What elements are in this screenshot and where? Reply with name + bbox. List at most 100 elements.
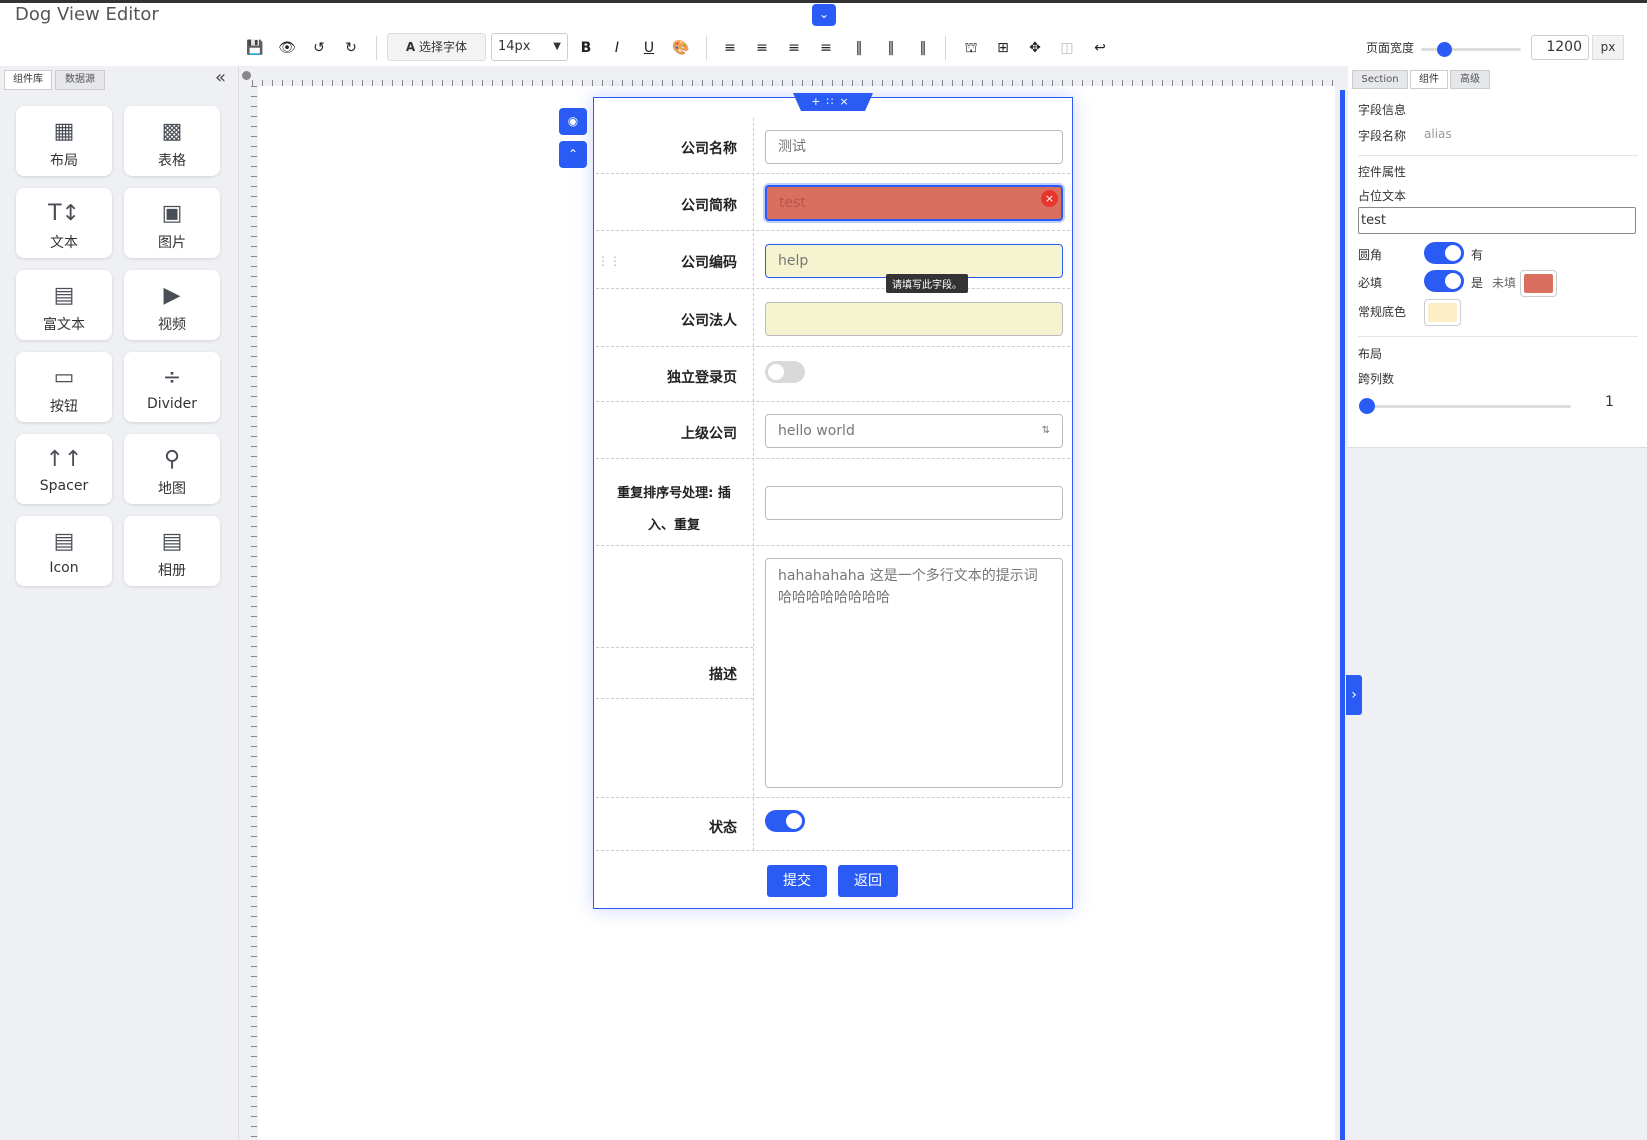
return-icon[interactable]: ↩ [1089, 37, 1111, 59]
normal-bg-color-picker[interactable] [1424, 299, 1461, 326]
colspan-slider[interactable] [1365, 405, 1571, 408]
chevron-down-icon: ⌄ [818, 7, 830, 21]
move-up-button[interactable]: ⌃ [559, 141, 587, 168]
cell-divider [596, 647, 753, 648]
move-icon[interactable]: ✥ [1024, 37, 1046, 59]
font-size-select[interactable]: 14px ▼ [491, 33, 568, 61]
component-album[interactable]: ▤ 相册 [124, 516, 220, 586]
section-tools[interactable]: +∷× [793, 93, 873, 111]
section-divider [1358, 155, 1638, 156]
palette-icon[interactable]: 🎨 [670, 37, 692, 59]
collapse-header-button[interactable]: ⌄ [812, 4, 836, 26]
spacer-icon: ↑↑ [45, 447, 83, 472]
preview-eye-icon[interactable]: 👁 [276, 37, 298, 59]
dup-sort-input[interactable] [765, 486, 1063, 520]
placeholder-input[interactable]: test [1358, 207, 1636, 234]
dup-sort-label-line1: 重复排序号处理: 插 [617, 486, 731, 501]
page-width-input[interactable]: 1200 [1531, 35, 1589, 60]
component-label: Spacer [39, 478, 89, 494]
status-toggle[interactable] [765, 810, 805, 832]
toolbar-divider [376, 36, 377, 60]
component-spacer[interactable]: ↑↑ Spacer [16, 434, 112, 504]
tab-section[interactable]: Section [1352, 70, 1408, 89]
tab-advanced[interactable]: 高级 [1450, 70, 1490, 89]
component-label: Icon [49, 560, 79, 576]
rounded-toggle[interactable] [1424, 242, 1464, 264]
component-label: 相册 [158, 563, 186, 579]
parent-company-select[interactable]: hello world ⇅ [765, 414, 1063, 448]
description-label: 描述 [709, 667, 737, 683]
component-video[interactable]: ▶ 视频 [124, 270, 220, 340]
clear-error-icon[interactable]: × [1041, 190, 1058, 207]
component-map-pin[interactable]: ⚲ 地图 [124, 434, 220, 504]
company-code-label: 公司编码 [681, 255, 737, 271]
company-code-input[interactable]: help [765, 244, 1063, 278]
align-middle-icon[interactable]: ‖ [880, 37, 902, 59]
undo-icon[interactable]: ↺ [308, 37, 330, 59]
split-cell-icon[interactable]: ◫ [1056, 37, 1078, 59]
page-width-slider-thumb[interactable] [1437, 42, 1452, 57]
tab-data-source[interactable]: 数据源 [55, 70, 105, 90]
component-label: 表格 [158, 153, 186, 169]
rich-text-icon: ▤ [53, 283, 75, 308]
layout-grid-icon: ▦ [53, 119, 75, 144]
component-layout-grid[interactable]: ▦ 布局 [16, 106, 112, 176]
align-left-icon[interactable]: ≡ [719, 37, 741, 59]
colspan-label: 跨列数 [1358, 372, 1395, 386]
required-empty-color-picker[interactable] [1520, 270, 1557, 297]
expand-right-panel-button[interactable]: › [1346, 675, 1362, 715]
bold-icon[interactable]: B [575, 37, 597, 59]
vertical-ruler [245, 86, 257, 1140]
italic-icon[interactable]: I [606, 37, 628, 59]
video-icon: ▶ [163, 283, 181, 308]
component-map[interactable]: ▤ Icon [16, 516, 112, 586]
toolbar-divider [945, 36, 946, 60]
color-swatch [1428, 303, 1457, 322]
component-button[interactable]: ▭ 按钮 [16, 352, 112, 422]
dup-sort-label: 重复排序号处理: 插入、重复 [604, 478, 744, 542]
collapse-left-panel-icon[interactable]: « [215, 67, 226, 88]
save-icon[interactable]: 💾 [244, 37, 266, 59]
tab-component[interactable]: 组件 [1410, 70, 1448, 89]
company-name-input[interactable]: 测试 [765, 130, 1063, 164]
choose-font-button[interactable]: A 选择字体 [387, 33, 486, 61]
page-width-slider[interactable] [1421, 48, 1521, 51]
component-divider[interactable]: ÷ Divider [124, 352, 220, 422]
preview-eye-button[interactable]: ◉ [559, 108, 587, 135]
redo-icon[interactable]: ↻ [340, 37, 362, 59]
field-info-title: 字段信息 [1358, 103, 1407, 117]
standalone-login-toggle[interactable] [765, 361, 805, 383]
component-table[interactable]: ▩ 表格 [124, 106, 220, 176]
choose-font-label: 选择字体 [419, 40, 468, 54]
align-bottom-icon[interactable]: ‖ [912, 37, 934, 59]
description-textarea[interactable]: hahahahaha 这是一个多行文本的提示词 哈哈哈哈哈哈哈哈 [765, 558, 1063, 788]
company-short-input[interactable]: test [765, 185, 1063, 221]
rounded-label: 圆角 [1358, 248, 1383, 262]
legal-person-input[interactable] [765, 302, 1063, 336]
select-updown-icon: ⇅ [1041, 425, 1050, 436]
required-toggle[interactable] [1424, 270, 1464, 292]
tab-component-library[interactable]: 组件库 [4, 70, 52, 90]
align-center-icon[interactable]: ≡ [751, 37, 773, 59]
align-justify-icon[interactable]: ≡ [815, 37, 837, 59]
component-label: 文本 [50, 235, 78, 251]
grid-icon[interactable]: ⊞ [992, 37, 1014, 59]
align-top-icon[interactable]: ‖ [848, 37, 870, 59]
fill-bucket-icon[interactable]: ⛫ [960, 37, 982, 59]
back-button[interactable]: 返回 [838, 865, 898, 897]
divider-icon: ÷ [162, 365, 182, 390]
align-right-icon[interactable]: ≡ [783, 37, 805, 59]
right-panel-edge [1340, 90, 1345, 1140]
page-width-unit: px [1592, 35, 1624, 60]
colspan-input[interactable]: 1 [1582, 389, 1637, 416]
component-image[interactable]: ▣ 图片 [124, 188, 220, 258]
underline-icon[interactable]: U [638, 37, 660, 59]
component-text[interactable]: T↕ 文本 [16, 188, 112, 258]
eye-icon: ◉ [567, 114, 579, 128]
colspan-slider-thumb[interactable] [1359, 398, 1375, 414]
required-label: 必填 [1358, 276, 1383, 290]
standalone-login-label: 独立登录页 [667, 370, 737, 386]
component-rich-text[interactable]: ▤ 富文本 [16, 270, 112, 340]
rounded-value: 有 [1471, 248, 1484, 262]
submit-button[interactable]: 提交 [767, 865, 827, 897]
